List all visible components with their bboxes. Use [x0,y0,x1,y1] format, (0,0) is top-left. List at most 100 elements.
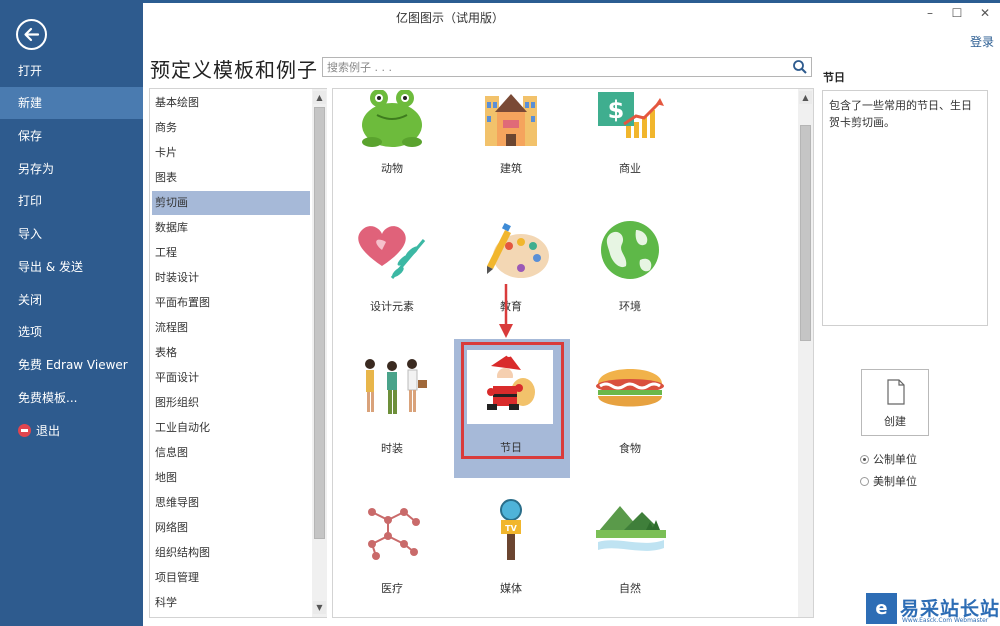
sidebar-item-free-viewer[interactable]: 免费 Edraw Viewer [0,349,143,381]
sidebar-item-label: 打开 [18,64,43,78]
radio-checked-icon[interactable] [860,454,869,464]
category-item[interactable]: 工程 [152,241,310,265]
sidebar-item-close[interactable]: 关闭 [0,284,143,316]
radio-metric-units[interactable]: 公制单位 [860,452,917,468]
sidebar-item-exit[interactable]: 退出 [0,415,143,447]
back-button[interactable] [16,19,47,50]
scroll-thumb[interactable] [800,125,811,341]
category-item[interactable]: 组织结构图 [152,541,310,565]
scroll-thumb[interactable] [314,107,325,539]
tile-label: 媒体 [500,582,522,595]
tile-environment[interactable]: 环境 [570,216,690,354]
sidebar-item-label: 退出 [36,424,61,438]
search-box [322,57,812,77]
category-item[interactable]: 平面设计 [152,366,310,390]
tile-label: 建筑 [500,162,522,175]
category-item[interactable]: 数据库 [152,216,310,240]
radio-label: 公制单位 [873,453,917,466]
tile-media[interactable]: TV 媒体 [451,496,571,626]
tile-label: 节日 [500,441,522,454]
tile-label: 设计元素 [370,300,414,313]
sidebar-item-options[interactable]: 选项 [0,316,143,348]
sidebar-item-label: 导入 [18,227,43,241]
detail-description: 包含了一些常用的节日、生日贺卡剪切画。 [822,90,988,326]
sidebar-item-import[interactable]: 导入 [0,218,143,250]
category-item[interactable]: 平面布置图 [152,291,310,315]
category-item[interactable]: 网络图 [152,516,310,540]
tile-business[interactable]: $ 商业 [570,90,690,228]
tile-label: 时装 [381,442,403,455]
category-item[interactable]: 思维导图 [152,491,310,515]
tile-festival[interactable]: 节日 [451,342,571,480]
watermark-subtext: Www.Easck.Com Webmaster [902,617,989,624]
tile-nature[interactable]: 自然 [570,496,690,626]
category-item[interactable]: 图形组织 [152,391,310,415]
scroll-up-arrow-icon[interactable]: ▲ [313,91,326,104]
category-item[interactable]: 基本绘图 [152,91,310,115]
tile-label: 食物 [619,442,641,455]
radio-unchecked-icon[interactable] [860,476,869,486]
tile-animal[interactable]: 动物 [332,90,452,228]
tile-fashion[interactable]: 时装 [332,354,452,492]
category-item[interactable]: 表格 [152,341,310,365]
login-link[interactable]: 登录 [970,33,994,50]
category-item-selected[interactable]: 剪切画 [152,191,310,215]
category-item[interactable]: 商务 [152,116,310,140]
sidebar-item-export-send[interactable]: 导出 & 发送 [0,251,143,283]
category-item[interactable]: 项目管理 [152,566,310,590]
maximize-button[interactable]: ☐ [947,4,967,22]
category-item[interactable]: 时装设计 [152,266,310,290]
gallery-scrollbar[interactable]: ▲ [798,89,813,617]
top-strip [0,0,1000,3]
tile-design-element[interactable]: 设计元素 [332,216,452,354]
palette-pencil-icon [487,222,549,278]
detail-title: 节日 [823,71,845,84]
sidebar-item-label: 保存 [18,129,43,143]
sidebar-item-label: 免费模板... [18,391,78,405]
close-button[interactable]: ✕ [975,4,995,22]
category-item[interactable]: 图表 [152,166,310,190]
minimize-button[interactable]: – [920,4,940,22]
tile-label: 医疗 [381,582,403,595]
radio-us-units[interactable]: 美制单位 [860,474,917,490]
close-icon: ✕ [979,6,991,20]
scroll-down-arrow-icon[interactable]: ▼ [313,601,326,614]
sidebar-item-save[interactable]: 保存 [0,120,143,152]
frog-icon [362,90,422,147]
sidebar-item-new[interactable]: 新建 [0,87,143,119]
category-item[interactable]: 卡片 [152,141,310,165]
sidebar-item-print[interactable]: 打印 [0,185,143,217]
search-input[interactable] [323,58,783,76]
create-label: 创建 [884,415,906,428]
tile-building[interactable]: 建筑 [451,90,571,228]
sidebar-item-open[interactable]: 打开 [0,55,143,87]
sidebar-item-label: 打印 [18,194,43,208]
tile-food[interactable]: 食物 [570,354,690,492]
sidebar-item-label: 免费 Edraw Viewer [18,358,128,372]
sidebar-item-free-templates[interactable]: 免费模板... [0,382,143,414]
sidebar-item-label: 关闭 [18,293,43,307]
create-button[interactable]: 创建 [861,369,929,436]
arrow-left-icon [24,27,40,42]
sidebar-item-save-as[interactable]: 另存为 [0,153,143,185]
category-item[interactable]: 流程图 [152,316,310,340]
category-scrollbar[interactable]: ▲ ▼ [312,89,327,617]
category-item[interactable]: 科学 [152,591,310,615]
tile-medical[interactable]: 医疗 [332,496,452,626]
scroll-up-arrow-icon[interactable]: ▲ [799,91,812,104]
category-item[interactable]: 地图 [152,466,310,490]
santa-icon [467,350,553,424]
tile-label: 动物 [381,162,403,175]
page-title: 预定义模板和例子 [150,58,318,82]
category-item[interactable]: 工业自动化 [152,416,310,440]
sidebar-item-label: 新建 [18,96,43,110]
annotation-arrow-icon [499,284,513,338]
radio-label: 美制单位 [873,475,917,488]
category-item[interactable]: 信息图 [152,441,310,465]
exit-icon [18,424,31,437]
sidebar-item-label: 选项 [18,325,43,339]
svg-text:TV: TV [505,524,517,533]
hamburger-icon [596,369,664,407]
tile-label: 商业 [619,162,641,175]
search-icon[interactable] [792,59,808,75]
